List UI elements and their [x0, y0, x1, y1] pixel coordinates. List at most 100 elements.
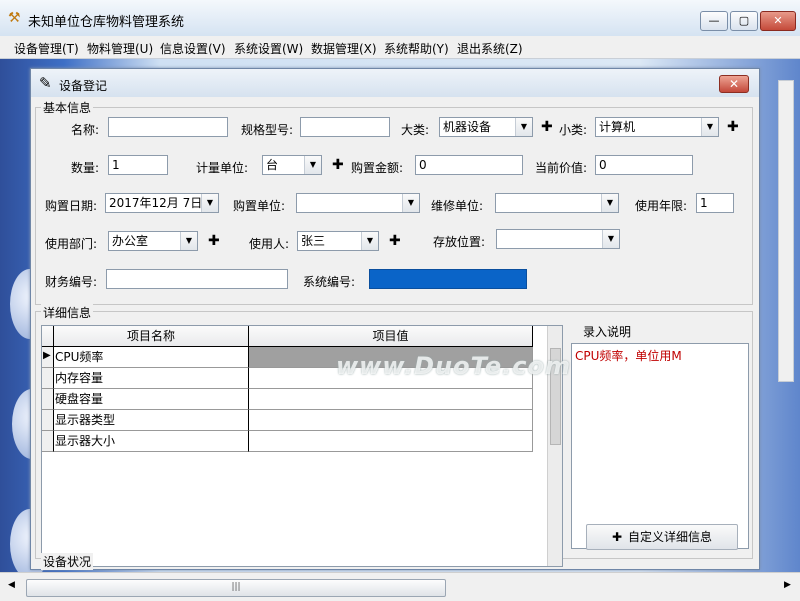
system-no-label: 系统编号:	[303, 275, 356, 289]
chevron-down-icon: ▼	[180, 232, 197, 250]
amount-input[interactable]: 0	[415, 155, 523, 175]
menu-help[interactable]: 系统帮助(Y)	[384, 40, 449, 57]
add-dept-icon[interactable]: ✚	[208, 234, 220, 248]
menu-data[interactable]: 数据管理(X)	[311, 40, 377, 57]
menu-system-settings[interactable]: 系统设置(W)	[234, 40, 303, 57]
add-subcategory-icon[interactable]: ✚	[727, 120, 739, 134]
chevron-down-icon: ▼	[701, 118, 718, 136]
scroll-left-icon[interactable]: ◀	[8, 580, 15, 590]
current-value-label: 当前价值:	[535, 161, 588, 175]
grid-cell-name[interactable]: 显示器大小	[54, 431, 249, 452]
finance-no-input[interactable]	[106, 269, 288, 289]
status-group-legend: 设备状况	[41, 553, 94, 570]
buy-unit-label: 购置单位:	[233, 199, 286, 213]
main-title-bar: ⚒ 未知单位仓库物料管理系统 — ▢ ✕	[0, 0, 800, 37]
subcategory-label: 小类:	[559, 123, 588, 137]
qty-label: 数量:	[71, 161, 100, 175]
horizontal-scrollbar[interactable]: ◀ ||| ▶	[0, 572, 800, 601]
right-scroll-strip	[778, 80, 794, 382]
add-category-icon[interactable]: ✚	[541, 120, 553, 134]
note-title: 录入说明	[581, 323, 634, 340]
close-button[interactable]: ✕	[760, 11, 796, 31]
minimize-button[interactable]: —	[700, 11, 728, 31]
app-title: 未知单位仓库物料管理系统	[28, 15, 185, 30]
purchase-date-label: 购置日期:	[45, 199, 98, 213]
grid-header-name[interactable]: 项目名称	[54, 326, 249, 347]
row-pointer-icon: ▶	[42, 347, 54, 368]
qty-input[interactable]: 1	[108, 155, 168, 175]
grid-cell-value[interactable]	[249, 410, 533, 431]
finance-no-label: 财务编号:	[45, 275, 98, 289]
name-input[interactable]	[108, 117, 228, 137]
dialog-title-bar: ✎ 设备登记 ✕	[31, 69, 759, 97]
unit-select[interactable]: 台 ▼	[262, 155, 322, 175]
menu-device[interactable]: 设备管理(T)	[14, 40, 79, 57]
menu-info[interactable]: 信息设置(V)	[160, 40, 226, 57]
add-user-icon[interactable]: ✚	[389, 234, 401, 248]
grid-cell-name[interactable]: 显示器类型	[54, 410, 249, 431]
chevron-down-icon: ▼	[402, 194, 419, 212]
scroll-right-icon[interactable]: ▶	[784, 580, 791, 590]
custom-detail-label: 自定义详细信息	[628, 530, 713, 544]
row-indicator	[42, 410, 54, 431]
spec-input[interactable]	[300, 117, 390, 137]
category-select[interactable]: 机器设备 ▼	[439, 117, 533, 137]
amount-label: 购置金额:	[351, 161, 404, 175]
basic-info-legend: 基本信息	[41, 99, 94, 116]
dept-select[interactable]: 办公室 ▼	[108, 231, 198, 251]
subcategory-value: 计算机	[599, 120, 636, 134]
dialog-title: 设备登记	[59, 79, 108, 93]
chevron-down-icon: ▼	[201, 194, 218, 212]
system-no-field	[369, 269, 527, 289]
grid-cell-name[interactable]: CPU频率	[54, 347, 249, 368]
subcategory-select[interactable]: 计算机 ▼	[595, 117, 719, 137]
table-row[interactable]: 显示器类型	[42, 410, 549, 431]
menu-material[interactable]: 物料管理(U)	[87, 40, 153, 57]
user-label: 使用人:	[249, 237, 290, 251]
dept-value: 办公室	[112, 234, 149, 248]
user-select[interactable]: 张三 ▼	[297, 231, 379, 251]
row-indicator	[42, 431, 54, 452]
location-label: 存放位置:	[433, 235, 486, 249]
chevron-down-icon: ▼	[361, 232, 378, 250]
repair-unit-label: 维修单位:	[431, 199, 484, 213]
chevron-down-icon: ▼	[601, 194, 618, 212]
grid-cell-name[interactable]: 内存容量	[54, 368, 249, 389]
plus-icon: ✚	[611, 530, 623, 544]
note-text: CPU频率，单位用M	[575, 349, 682, 363]
menu-bar: 设备管理(T) 物料管理(U) 信息设置(V) 系统设置(W) 数据管理(X) …	[0, 36, 800, 59]
custom-detail-button[interactable]: ✚ 自定义详细信息	[586, 524, 738, 550]
table-row[interactable]: 显示器大小	[42, 431, 549, 452]
service-years-label: 使用年限:	[635, 199, 688, 213]
purchase-date-value: 2017年12月 7日	[109, 196, 203, 210]
unit-value: 台	[266, 158, 279, 172]
grid-cell-name[interactable]: 硬盘容量	[54, 389, 249, 410]
menu-exit[interactable]: 退出系统(Z)	[457, 40, 523, 57]
category-value: 机器设备	[443, 120, 492, 134]
grid-cell-value[interactable]	[249, 389, 533, 410]
grid-header-value[interactable]: 项目值	[249, 326, 533, 347]
location-select[interactable]: ▼	[496, 229, 620, 249]
category-label: 大类:	[401, 123, 430, 137]
note-box: CPU频率，单位用M	[571, 343, 749, 549]
user-value: 张三	[301, 234, 326, 248]
pen-icon: ✎	[39, 74, 52, 92]
current-value-input[interactable]: 0	[595, 155, 693, 175]
buy-unit-select[interactable]: ▼	[296, 193, 420, 213]
purchase-date-picker[interactable]: 2017年12月 7日 ▼	[105, 193, 219, 213]
grid-cell-value[interactable]	[249, 431, 533, 452]
repair-unit-select[interactable]: ▼	[495, 193, 619, 213]
dept-label: 使用部门:	[45, 237, 98, 251]
scroll-thumb[interactable]: |||	[26, 579, 446, 597]
add-unit-icon[interactable]: ✚	[332, 158, 344, 172]
table-row[interactable]: 硬盘容量	[42, 389, 549, 410]
spec-label: 规格型号:	[241, 123, 294, 137]
watermark-text: www.DuoTe.com	[336, 352, 571, 380]
device-register-dialog: ✎ 设备登记 ✕ 基本信息 名称: 规格型号: 大类: 机器设备 ▼ ✚ 小类: …	[30, 68, 760, 570]
dialog-close-button[interactable]: ✕	[719, 75, 749, 93]
chevron-down-icon: ▼	[515, 118, 532, 136]
grid-corner	[42, 326, 54, 347]
maximize-button[interactable]: ▢	[730, 11, 758, 31]
service-years-input[interactable]: 1	[696, 193, 734, 213]
row-indicator	[42, 368, 54, 389]
